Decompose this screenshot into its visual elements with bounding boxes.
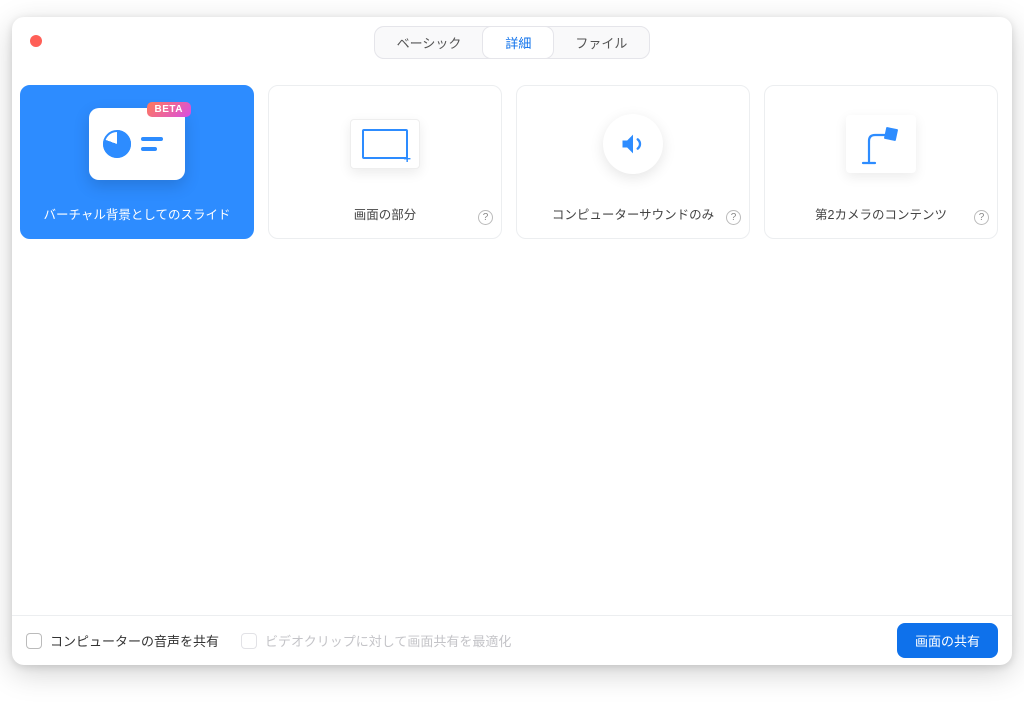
option-label: バーチャル背景としてのスライド [21,202,253,234]
option-label: コンピューターサウンドのみ ? [517,202,749,234]
region-icon [350,119,420,169]
tab-group: ベーシック 詳細 ファイル [374,26,651,59]
titlebar: ベーシック 詳細 ファイル [12,17,1012,67]
option-label: 第2カメラのコンテンツ ? [765,202,997,234]
tab-basic[interactable]: ベーシック [375,27,484,58]
options-grid: BETA バーチャル背景としてのスライド 画面の部分 ? [12,67,1012,615]
footer-bar: コンピューターの音声を共有 ビデオクリップに対して画面共有を最適化 画面の共有 [12,615,1012,665]
checkbox-label: ビデオクリップに対して画面共有を最適化 [265,631,511,650]
document-camera-icon [846,115,916,173]
option-second-camera[interactable]: 第2カメラのコンテンツ ? [764,85,998,239]
text-lines-icon [141,137,163,151]
checkbox-icon [241,633,257,649]
help-icon[interactable]: ? [974,210,989,225]
tab-advanced[interactable]: 詳細 [483,27,553,58]
option-label-text: 第2カメラのコンテンツ [815,204,947,223]
option-label-text: 画面の部分 [354,204,417,223]
checkbox-icon [26,633,42,649]
share-screen-window: ベーシック 詳細 ファイル BETA バーチャル背景としてのスライド [12,17,1012,665]
help-icon[interactable]: ? [478,210,493,225]
presentation-icon: BETA [89,108,185,180]
speaker-icon [603,114,663,174]
option-computer-sound-only[interactable]: コンピューターサウンドのみ ? [516,85,750,239]
option-screen-portion[interactable]: 画面の部分 ? [268,85,502,239]
slides-icon-area: BETA [21,86,253,202]
sound-icon-area [517,86,749,202]
rectangle-icon [362,129,408,159]
pie-chart-icon [103,130,131,158]
tab-file[interactable]: ファイル [553,27,649,58]
camera-icon-area [765,86,997,202]
portion-icon-area [269,86,501,202]
help-icon[interactable]: ? [726,210,741,225]
close-window-button[interactable] [30,35,42,47]
option-label-text: コンピューターサウンドのみ [552,204,714,223]
beta-badge: BETA [147,102,191,117]
checkbox-optimize-video-clip: ビデオクリップに対して画面共有を最適化 [241,631,511,650]
share-button[interactable]: 画面の共有 [897,623,998,658]
option-label: 画面の部分 ? [269,202,501,234]
option-slides-virtual-background[interactable]: BETA バーチャル背景としてのスライド [20,85,254,239]
checkbox-share-computer-audio[interactable]: コンピューターの音声を共有 [26,631,219,650]
checkbox-label: コンピューターの音声を共有 [50,631,219,650]
